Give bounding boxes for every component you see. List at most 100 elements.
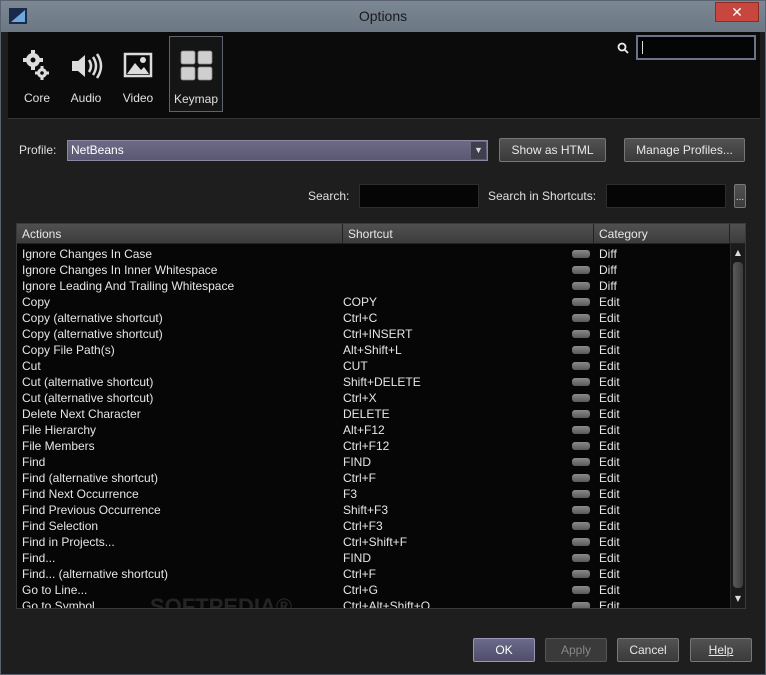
edit-shortcut-button[interactable] xyxy=(572,250,590,258)
column-category[interactable]: Category xyxy=(594,224,730,244)
cell-shortcut[interactable]: Ctrl+F3 xyxy=(343,518,383,534)
table-row[interactable]: Copy (alternative shortcut) Ctrl+INSERT Ed… xyxy=(17,326,731,342)
cell-action: Find Selection xyxy=(22,519,99,533)
show-as-html-button[interactable]: Show as HTML xyxy=(499,138,606,162)
edit-shortcut-button[interactable] xyxy=(572,346,590,354)
edit-shortcut-button[interactable] xyxy=(572,362,590,370)
image-icon xyxy=(123,52,153,78)
cell-shortcut[interactable]: Ctrl+Shift+F xyxy=(343,534,407,550)
table-row[interactable]: Go to Symbol... Ctrl+Alt+Shift+O Edit xyxy=(17,598,731,608)
search-shortcuts-input[interactable] xyxy=(606,184,726,208)
options-dialog: Options ✕ Core Audio Video Keymap Profil… xyxy=(0,0,766,675)
table-row[interactable]: Cut (alternative shortcut) Ctrl+X Edit xyxy=(17,390,731,406)
table-row[interactable]: Copy (alternative shortcut) Ctrl+C Edit xyxy=(17,310,731,326)
edit-shortcut-button[interactable] xyxy=(572,330,590,338)
cell-shortcut[interactable]: Ctrl+INSERT xyxy=(343,326,412,342)
edit-shortcut-button[interactable] xyxy=(572,490,590,498)
cell-shortcut[interactable]: Shift+F3 xyxy=(343,502,388,518)
cell-shortcut[interactable]: DELETE xyxy=(343,406,390,422)
table-row[interactable]: Find Previous Occurrence Shift+F3 Edit xyxy=(17,502,731,518)
cancel-button[interactable]: Cancel xyxy=(617,638,679,662)
cell-shortcut[interactable]: F3 xyxy=(343,486,357,502)
table-row[interactable]: Find Selection Ctrl+F3 Edit xyxy=(17,518,731,534)
edit-shortcut-button[interactable] xyxy=(572,458,590,466)
table-row[interactable]: Cut CUT Edit xyxy=(17,358,731,374)
cell-shortcut[interactable]: Ctrl+C xyxy=(343,310,377,326)
shortcut-picker-button[interactable]: ... xyxy=(734,184,746,208)
category-audio[interactable]: Audio xyxy=(59,36,113,112)
cell-shortcut[interactable]: FIND xyxy=(343,454,371,470)
table-row[interactable]: Find Next Occurrence F3 Edit xyxy=(17,486,731,502)
edit-shortcut-button[interactable] xyxy=(572,506,590,514)
cell-shortcut[interactable]: Ctrl+F xyxy=(343,470,376,486)
edit-shortcut-button[interactable] xyxy=(572,266,590,274)
edit-shortcut-button[interactable] xyxy=(572,570,590,578)
edit-shortcut-button[interactable] xyxy=(572,474,590,482)
chevron-down-icon[interactable]: ▼ xyxy=(471,142,486,159)
table-row[interactable]: Ignore Leading And Trailing Whitespace Di… xyxy=(17,278,731,294)
search-shortcuts-label: Search in Shortcuts: xyxy=(488,189,597,203)
edit-shortcut-button[interactable] xyxy=(572,394,590,402)
table-row[interactable]: File Members Ctrl+F12 Edit xyxy=(17,438,731,454)
table-row[interactable]: Find... (alternative shortcut) Ctrl+F Edit xyxy=(17,566,731,582)
table-row[interactable]: Find in Projects... Ctrl+Shift+F Edit xyxy=(17,534,731,550)
title-bar[interactable]: Options ✕ xyxy=(1,1,765,32)
edit-shortcut-button[interactable] xyxy=(572,442,590,450)
apply-button[interactable]: Apply xyxy=(545,638,607,662)
help-button[interactable]: Help xyxy=(690,638,752,662)
table-row[interactable]: Copy COPY Edit xyxy=(17,294,731,310)
cell-shortcut[interactable]: Alt+Shift+L xyxy=(343,342,402,358)
cell-action: File Members xyxy=(22,439,95,453)
options-search-input[interactable] xyxy=(636,35,756,60)
edit-shortcut-button[interactable] xyxy=(572,298,590,306)
edit-shortcut-button[interactable] xyxy=(572,522,590,530)
table-row[interactable]: Ignore Changes In Case Diff xyxy=(17,246,731,262)
cell-shortcut[interactable]: Ctrl+F xyxy=(343,566,376,582)
cell-shortcut[interactable]: FIND xyxy=(343,550,371,566)
table-row[interactable]: Ignore Changes In Inner Whitespace Diff xyxy=(17,262,731,278)
table-row[interactable]: Cut (alternative shortcut) Shift+DELETE Ed… xyxy=(17,374,731,390)
table-row[interactable]: File Hierarchy Alt+F12 Edit xyxy=(17,422,731,438)
manage-profiles-button[interactable]: Manage Profiles... xyxy=(624,138,745,162)
cell-shortcut[interactable]: Ctrl+F12 xyxy=(343,438,389,454)
column-shortcut[interactable]: Shortcut xyxy=(343,224,594,244)
ok-button[interactable]: OK xyxy=(473,638,535,662)
table-row[interactable]: Find... FIND Edit xyxy=(17,550,731,566)
table-body: Ignore Changes In Case Diff Ignore Changes… xyxy=(17,246,731,608)
category-keymap[interactable]: Keymap xyxy=(169,36,223,112)
scrollbar-thumb[interactable] xyxy=(733,262,743,588)
category-core[interactable]: Core xyxy=(10,36,64,112)
table-row[interactable]: Copy File Path(s) Alt+Shift+L Edit xyxy=(17,342,731,358)
cell-action: Copy File Path(s) xyxy=(22,343,115,357)
edit-shortcut-button[interactable] xyxy=(572,586,590,594)
edit-shortcut-button[interactable] xyxy=(572,282,590,290)
edit-shortcut-button[interactable] xyxy=(572,554,590,562)
cell-shortcut[interactable]: COPY xyxy=(343,294,377,310)
category-video-label: Video xyxy=(122,91,154,105)
table-row[interactable]: Find FIND Edit xyxy=(17,454,731,470)
scroll-up-icon[interactable]: ▲ xyxy=(732,246,744,260)
edit-shortcut-button[interactable] xyxy=(572,426,590,434)
edit-shortcut-button[interactable] xyxy=(572,538,590,546)
cell-action: Cut xyxy=(22,359,41,373)
edit-shortcut-button[interactable] xyxy=(572,410,590,418)
search-actions-input[interactable] xyxy=(359,184,479,208)
vertical-scrollbar[interactable]: ▲ ▼ xyxy=(730,244,745,608)
edit-shortcut-button[interactable] xyxy=(572,314,590,322)
cell-shortcut[interactable]: Shift+DELETE xyxy=(343,374,421,390)
table-row[interactable]: Go to Line... Ctrl+G Edit xyxy=(17,582,731,598)
edit-shortcut-button[interactable] xyxy=(572,378,590,386)
cell-shortcut[interactable]: Ctrl+Alt+Shift+O xyxy=(343,598,430,608)
close-button[interactable]: ✕ xyxy=(715,2,759,22)
cell-shortcut[interactable]: Alt+F12 xyxy=(343,422,385,438)
edit-shortcut-button[interactable] xyxy=(572,602,590,608)
table-row[interactable]: Find (alternative shortcut) Ctrl+F Edit xyxy=(17,470,731,486)
category-video[interactable]: Video xyxy=(111,36,165,112)
cell-shortcut[interactable]: Ctrl+G xyxy=(343,582,378,598)
table-row[interactable]: Delete Next Character DELETE Edit xyxy=(17,406,731,422)
cell-shortcut[interactable]: CUT xyxy=(343,358,368,374)
scroll-down-icon[interactable]: ▼ xyxy=(732,592,744,606)
cell-shortcut[interactable]: Ctrl+X xyxy=(343,390,377,406)
column-actions[interactable]: Actions xyxy=(17,224,343,244)
profile-select[interactable]: NetBeans ▼ xyxy=(67,140,488,161)
